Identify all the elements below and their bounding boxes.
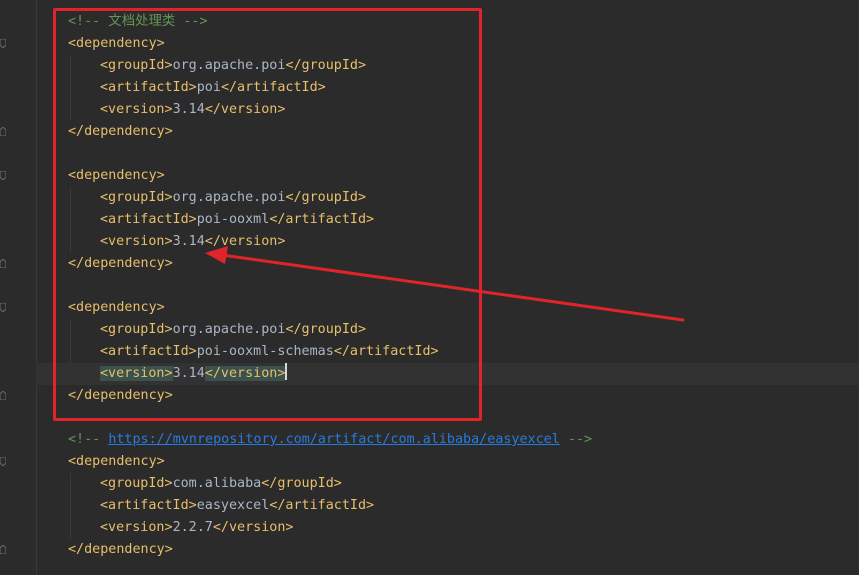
groupid-value: org.apache.poi	[172, 190, 286, 205]
groupid-close-tag: </groupId>	[285, 322, 367, 337]
fold-end-marker-icon[interactable]	[0, 391, 6, 400]
version-close-tag: </version>	[212, 520, 294, 535]
code-editor[interactable]: <!-- 文档处理类 --> <dependency> <groupId>org…	[0, 0, 859, 575]
artifactid-value: easyexcel	[196, 498, 270, 513]
artifactid-open-tag: <artifactId>	[100, 498, 197, 513]
fold-end-marker-icon[interactable]	[0, 127, 6, 136]
dependency-close-tag: </dependency>	[68, 388, 173, 403]
artifactid-value: poi-ooxml-schemas	[196, 344, 334, 359]
fold-end-marker-icon[interactable]	[0, 259, 6, 268]
code-line[interactable]: </dependency>	[36, 121, 859, 143]
dependency-close-tag: </dependency>	[68, 542, 173, 557]
version-open-tag: <version>	[100, 520, 173, 535]
comment-close: -->	[559, 432, 593, 447]
groupid-close-tag: </groupId>	[261, 476, 342, 491]
code-line[interactable]: <artifactId>poi</artifactId>	[36, 77, 859, 99]
dependency-open-tag: <dependency>	[68, 300, 165, 315]
code-line[interactable]: <!-- https://mvnrepository.com/artifact/…	[36, 429, 859, 451]
code-line[interactable]: <dependency>	[36, 165, 859, 187]
version-open-tag: <version>	[100, 102, 173, 117]
groupid-open-tag: <groupId>	[100, 476, 173, 491]
artifactid-close-tag: </artifactId>	[333, 344, 439, 359]
code-line[interactable]: <groupId>com.alibaba</groupId>	[36, 473, 859, 495]
groupid-close-tag: </groupId>	[285, 190, 367, 205]
version-open-tag: <version>	[100, 366, 173, 381]
fold-end-marker-icon[interactable]	[0, 545, 6, 554]
version-value: 3.14	[172, 234, 205, 249]
dependency-open-tag: <dependency>	[68, 454, 165, 469]
artifactid-close-tag: </artifactId>	[269, 212, 375, 227]
fold-marker-icon[interactable]	[0, 171, 6, 180]
code-line[interactable]: <version>3.14</version>	[36, 231, 859, 253]
code-line[interactable]: <groupId>org.apache.poi</groupId>	[36, 319, 859, 341]
version-value: 3.14	[172, 102, 205, 117]
code-line[interactable]: <version>2.2.7</version>	[36, 517, 859, 539]
version-close-tag: </version>	[204, 234, 286, 249]
groupid-open-tag: <groupId>	[100, 58, 173, 73]
dependency-close-tag: </dependency>	[68, 124, 173, 139]
version-value: 3.14	[172, 366, 205, 381]
dependency-open-tag: <dependency>	[68, 36, 165, 51]
artifactid-open-tag: <artifactId>	[100, 80, 197, 95]
groupid-close-tag: </groupId>	[285, 58, 367, 73]
artifactid-value: poi-ooxml	[196, 212, 270, 227]
artifactid-close-tag: </artifactId>	[269, 498, 375, 513]
current-code-line[interactable]: <version>3.14</version>	[36, 363, 859, 385]
groupid-value: com.alibaba	[172, 476, 262, 491]
version-close-tag: </version>	[204, 366, 286, 381]
code-line[interactable]: </dependency>	[36, 253, 859, 275]
artifactid-open-tag: <artifactId>	[100, 344, 197, 359]
dependency-open-tag: <dependency>	[68, 168, 165, 183]
easyexcel-link[interactable]: https://mvnrepository.com/artifact/com.a…	[108, 432, 559, 447]
fold-marker-icon[interactable]	[0, 39, 6, 48]
code-line[interactable]: <!-- 文档处理类 -->	[36, 11, 859, 33]
fold-marker-icon[interactable]	[0, 303, 6, 312]
code-line[interactable]: <groupId>org.apache.poi</groupId>	[36, 187, 859, 209]
code-line[interactable]: <dependency>	[36, 297, 859, 319]
comment-poi: <!-- 文档处理类 -->	[68, 14, 208, 29]
code-line[interactable]: <dependency>	[36, 451, 859, 473]
groupid-value: org.apache.poi	[172, 322, 286, 337]
version-close-tag: </version>	[204, 102, 286, 117]
code-line[interactable]: </dependency>	[36, 385, 859, 407]
code-line[interactable]: <version>3.14</version>	[36, 99, 859, 121]
artifactid-close-tag: </artifactId>	[220, 80, 326, 95]
code-line[interactable]: <dependency>	[36, 33, 859, 55]
version-value: 2.2.7	[172, 520, 213, 535]
text-caret	[285, 363, 288, 380]
artifactid-value: poi	[196, 80, 221, 95]
line-gutter[interactable]	[0, 0, 37, 575]
comment-open: <!--	[68, 432, 109, 447]
groupid-open-tag: <groupId>	[100, 190, 173, 205]
version-open-tag: <version>	[100, 234, 173, 249]
code-line[interactable]: <artifactId>poi-ooxml</artifactId>	[36, 209, 859, 231]
groupid-value: org.apache.poi	[172, 58, 286, 73]
code-line[interactable]: <artifactId>easyexcel</artifactId>	[36, 495, 859, 517]
code-line[interactable]: </dependency>	[36, 539, 859, 561]
code-line[interactable]: <groupId>org.apache.poi</groupId>	[36, 55, 859, 77]
dependency-close-tag: </dependency>	[68, 256, 173, 271]
code-line[interactable]: <artifactId>poi-ooxml-schemas</artifactI…	[36, 341, 859, 363]
fold-marker-icon[interactable]	[0, 457, 6, 466]
artifactid-open-tag: <artifactId>	[100, 212, 197, 227]
groupid-open-tag: <groupId>	[100, 322, 173, 337]
